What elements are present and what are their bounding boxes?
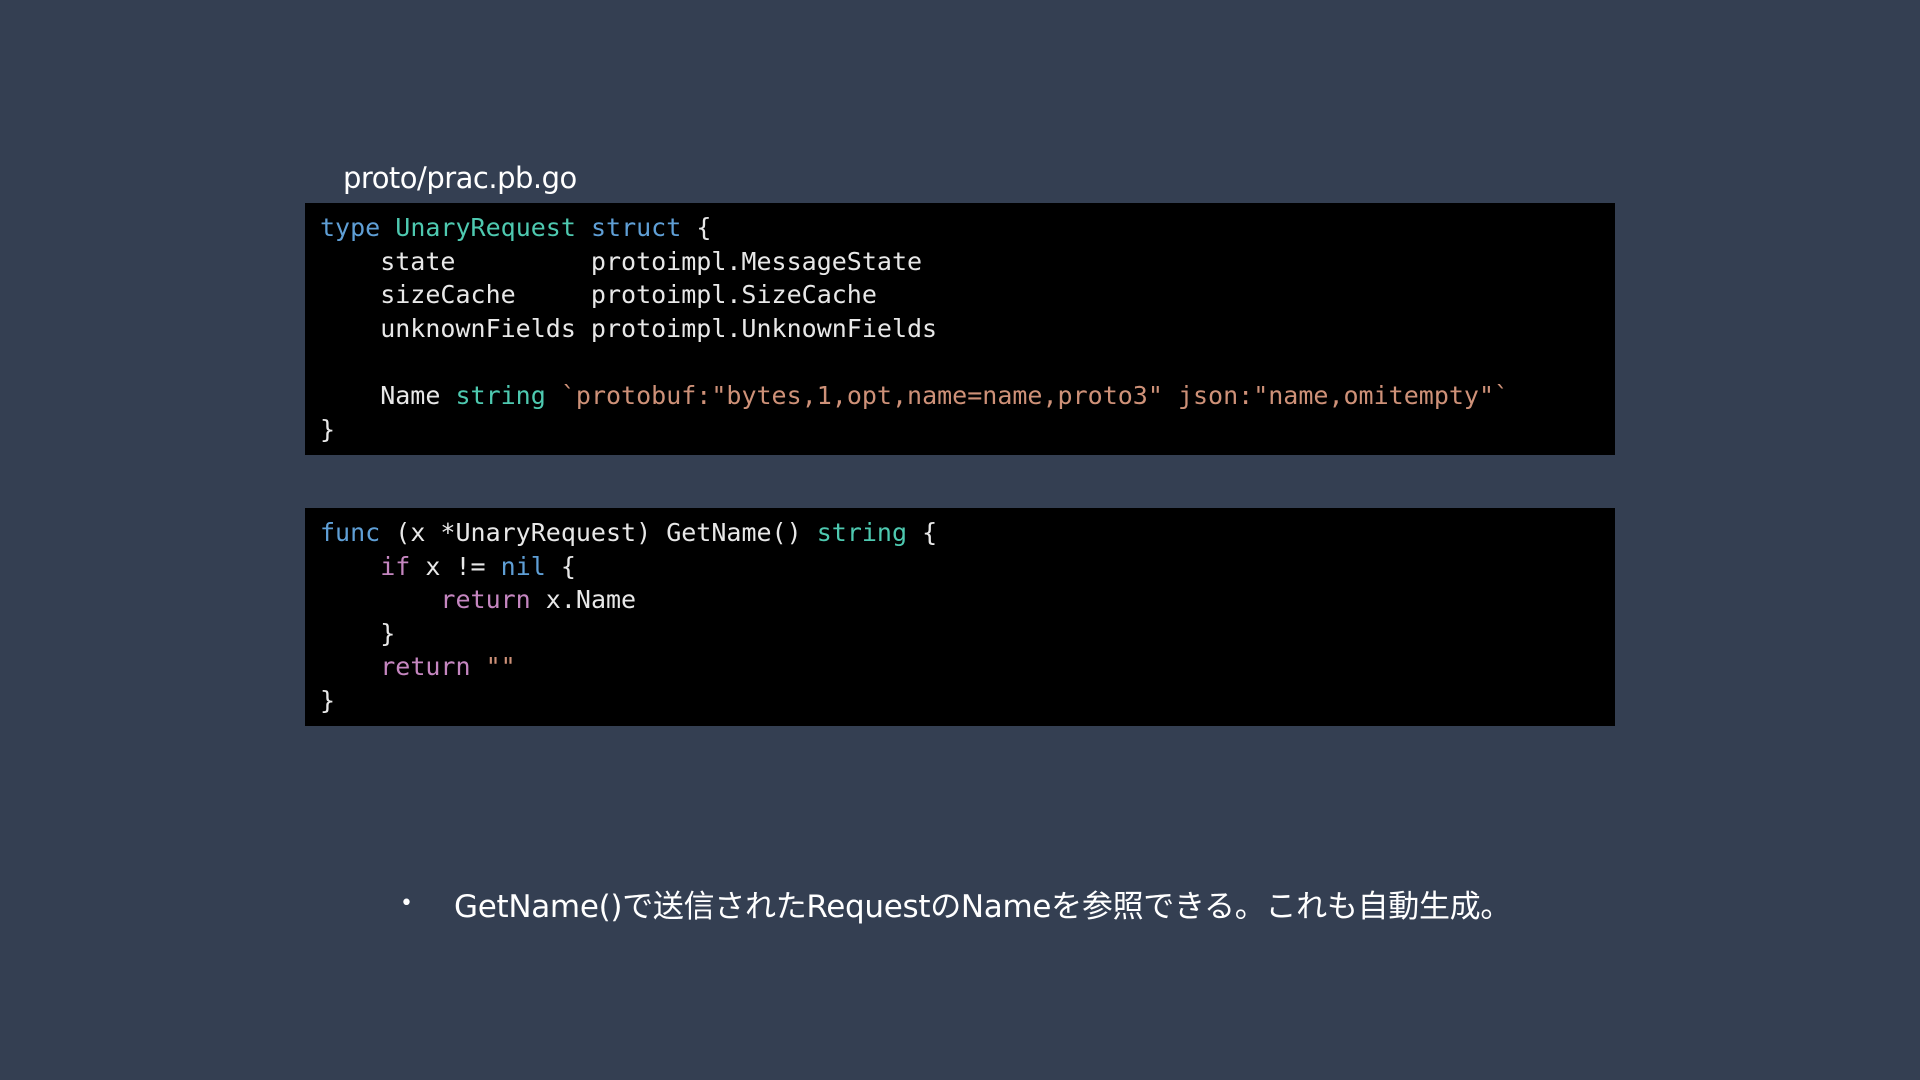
- code-token-keyword: nil: [500, 551, 546, 581]
- code-line: if x != nil {: [320, 550, 1615, 584]
- code-token-control: return: [380, 652, 471, 682]
- code-token-default: }: [320, 618, 396, 648]
- code-token-default: [576, 213, 591, 242]
- file-path-label: proto/prac.pb.go: [343, 161, 577, 195]
- code-line: func (x *UnaryRequest) GetName() string …: [320, 516, 1615, 550]
- code-token-string: `protobuf:"bytes,1,opt,name=name,proto3"…: [560, 380, 1510, 410]
- code-token-default: [320, 652, 380, 681]
- code-line: return x.Name: [320, 583, 1615, 617]
- code-token-keyword: func: [320, 518, 381, 547]
- code-block-struct[interactable]: type UnaryRequest struct { state protoim…: [305, 203, 1615, 455]
- code-token-type: UnaryRequest: [395, 213, 576, 242]
- code-token-default: state protoimpl.MessageState: [320, 246, 923, 276]
- code-line: type UnaryRequest struct {: [320, 211, 1615, 245]
- code-line: return "": [320, 650, 1615, 684]
- bullet-marker: •: [400, 890, 413, 916]
- code-block-getname[interactable]: func (x *UnaryRequest) GetName() string …: [305, 508, 1615, 726]
- code-token-default: [546, 381, 561, 410]
- bullet-text: GetName()で送信されたRequestのNameを参照できる。これも自動生…: [454, 888, 1512, 925]
- code-token-default: [471, 652, 486, 681]
- code-token-string: "": [485, 652, 516, 682]
- code-token-default: }: [320, 414, 336, 444]
- code-token-default: (x *UnaryRequest) GetName(): [380, 518, 817, 547]
- code-token-control: if: [380, 551, 411, 581]
- bullet-item: • GetName()で送信されたRequestのNameを参照できる。これも自…: [400, 878, 1511, 928]
- code-line: }: [320, 617, 1615, 651]
- code-token-type: string: [455, 380, 546, 410]
- code-token-default: Name: [320, 380, 456, 410]
- code-line: state protoimpl.MessageState: [320, 245, 1615, 279]
- code-token-default: }: [320, 685, 336, 715]
- code-token-default: [320, 585, 440, 614]
- code-line: }: [320, 684, 1615, 718]
- code-line: }: [320, 413, 1615, 447]
- code-token-default: [380, 213, 395, 242]
- code-token-keyword: struct: [590, 213, 682, 242]
- code-line: unknownFields protoimpl.UnknownFields: [320, 312, 1615, 346]
- code-token-default: sizeCache protoimpl.SizeCache: [320, 280, 877, 310]
- code-token-control: return: [440, 585, 531, 615]
- code-token-default: unknownFields protoimpl.UnknownFields: [320, 313, 938, 343]
- code-token-default: {: [545, 551, 576, 581]
- code-token-keyword: type: [320, 213, 381, 242]
- code-line: Name string `protobuf:"bytes,1,opt,name=…: [320, 379, 1615, 413]
- code-line: sizeCache protoimpl.SizeCache: [320, 278, 1615, 312]
- code-token-type: string: [816, 518, 908, 547]
- code-token-default: [320, 552, 380, 581]
- code-token-default: x !=: [410, 551, 501, 581]
- code-token-default: x.Name: [530, 585, 637, 615]
- code-token-default: {: [907, 518, 938, 547]
- code-token-default: {: [681, 213, 712, 242]
